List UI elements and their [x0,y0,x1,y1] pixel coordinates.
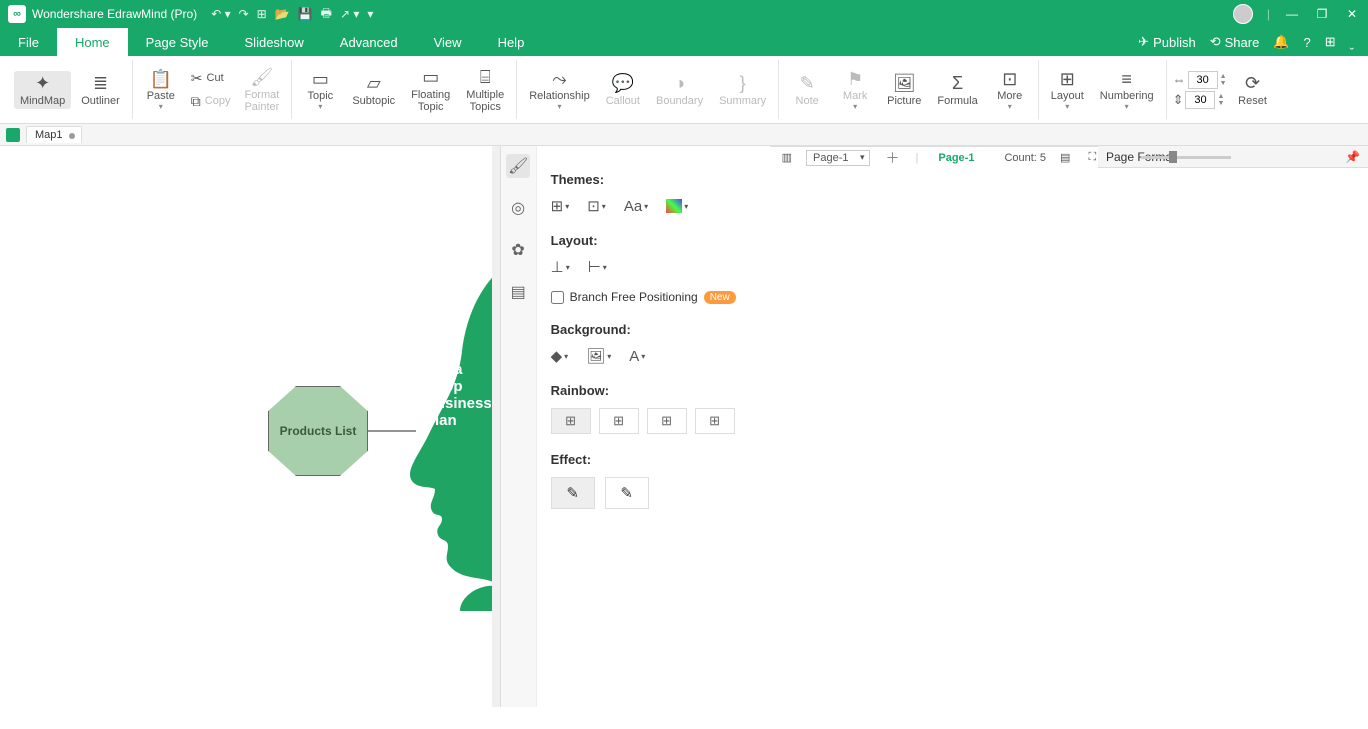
save-icon[interactable]: 💾 [298,7,313,21]
rainbow-label: Rainbow: [551,383,756,398]
layout-button[interactable]: ⊞Layout▾ [1045,66,1090,113]
menu-file[interactable]: File [0,28,57,56]
minimize-button[interactable]: — [1284,7,1300,21]
zoom-slider[interactable] [1141,156,1231,159]
boundary-button[interactable]: ◑Boundary [650,71,709,109]
theme-style-button[interactable]: ⊞▾ [551,197,570,215]
new-icon[interactable]: ⊞ [257,7,267,21]
page-tab[interactable]: Page-1 [928,152,984,164]
layout-tree-button[interactable]: ⊥▾ [551,258,570,276]
central-topic[interactable]: Pizza Shop Business Plan [425,361,492,429]
rainbow-option-1[interactable]: ⊞ [551,408,591,434]
effect-label: Effect: [551,452,756,467]
qat-more-icon[interactable]: ▾ [367,7,373,21]
topic-button[interactable]: ▭Topic▾ [298,66,342,113]
bg-fill-button[interactable]: ◆▾ [551,347,569,365]
theme-color-button[interactable]: ⊡▾ [587,197,606,215]
floating-topic-button[interactable]: ▭Floating Topic [405,65,456,115]
publish-button[interactable]: ✈ Publish [1138,34,1196,50]
doc-icon [6,128,20,142]
count-label: Count: 5 [1004,152,1046,164]
share-button[interactable]: ⟲ Share [1210,34,1260,50]
cut-button[interactable]: ✂Cut [187,68,235,89]
effect-hand-button[interactable]: ✎ [605,477,649,509]
sidetab-format[interactable]: 🖌 [506,154,530,178]
bg-watermark-button[interactable]: A▾ [629,348,645,365]
add-page-button[interactable]: ＋ [880,148,906,168]
menu-slideshow[interactable]: Slideshow [227,28,322,56]
note-button[interactable]: ✎Note [785,71,829,109]
maximize-button[interactable]: ❐ [1314,7,1330,21]
background-label: Background: [551,322,756,337]
page-selector[interactable]: Page-1 [806,150,869,166]
effect-flat-button[interactable]: ✎ [551,477,595,509]
mindmap-canvas[interactable]: Pizza Shop Business Plan Products List S… [0,146,492,707]
rainbow-option-2[interactable]: ⊞ [599,408,639,434]
reset-button[interactable]: ⟳Reset [1231,71,1275,109]
outliner-button[interactable]: ≣Outliner [75,71,126,109]
menu-home[interactable]: Home [57,28,128,56]
picture-button[interactable]: 🖼Picture [881,71,927,109]
relationship-button[interactable]: ⤳Relationship▾ [523,66,596,113]
numbering-button[interactable]: ≡Numbering▾ [1094,66,1160,113]
doc-tab-map1[interactable]: Map1 [26,126,82,143]
sidetab-theme[interactable]: ◎ [506,196,530,220]
theme-colorset-button[interactable]: ▾ [666,199,688,213]
sidetab-outline[interactable]: ▤ [506,280,530,304]
open-icon[interactable]: 📂 [275,7,290,21]
multiple-topics-button[interactable]: ⌸Multiple Topics [460,65,510,115]
print-icon[interactable]: 🖶 [321,4,332,25]
app-title: Wondershare EdrawMind (Pro) [32,7,197,21]
format-painter-button[interactable]: 🖌Format Painter [238,65,285,115]
theme-font-button[interactable]: Aa▾ [624,198,648,215]
paste-button[interactable]: 📋Paste▾ [139,66,183,113]
sidetab-icon[interactable]: ✿ [506,238,530,262]
themes-label: Themes: [551,172,756,187]
rainbow-option-3[interactable]: ⊞ [647,408,687,434]
menu-pagestyle[interactable]: Page Style [128,28,227,56]
apps-icon[interactable]: ⊞ [1325,34,1336,50]
mark-button[interactable]: ⚑Mark▾ [833,66,877,113]
notification-icon[interactable]: 🔔 [1273,34,1289,50]
branch-free-checkbox[interactable]: Branch Free Positioning New [551,290,756,304]
layout-org-button[interactable]: ⊢▾ [588,258,607,276]
export-icon[interactable]: ↗ ▾ [340,7,359,21]
formula-button[interactable]: ΣFormula [931,71,983,109]
summary-button[interactable]: }Summary [713,71,772,109]
vertical-scrollbar[interactable] [492,146,500,707]
menu-view[interactable]: View [416,28,480,56]
undo-icon[interactable]: ↶ ▾ [211,7,230,21]
help-icon[interactable]: ? [1304,35,1311,50]
user-avatar[interactable] [1233,4,1253,24]
hspacing-input[interactable]: ⇔ ▲▼ [1173,71,1227,89]
menu-advanced[interactable]: Advanced [322,28,416,56]
view-outline-icon[interactable]: ▤ [1056,151,1074,164]
menu-help[interactable]: Help [480,28,543,56]
redo-icon[interactable]: ↷ [239,7,249,21]
close-button[interactable]: ✕ [1344,7,1360,21]
collapse-ribbon-icon[interactable]: ˬ [1350,35,1354,50]
mindmap-button[interactable]: ✦MindMap [14,71,71,109]
bg-image-button[interactable]: 🖼▾ [586,347,611,365]
callout-button[interactable]: 💬Callout [600,71,646,109]
copy-button[interactable]: ⧉Copy [187,91,235,112]
more-button[interactable]: ⊡More▾ [988,66,1032,113]
subtopic-button[interactable]: ▱Subtopic [346,71,401,109]
vspacing-input[interactable]: ⇕ ▲▼ [1173,91,1227,109]
node-products[interactable]: Products List [268,386,368,476]
outline-toggle-icon[interactable]: ▥ [778,151,796,164]
pin-icon[interactable]: 📌 [1345,150,1360,164]
layout-label: Layout: [551,233,756,248]
rainbow-option-4[interactable]: ⊞ [695,408,735,434]
app-logo: ∞ [8,5,26,23]
